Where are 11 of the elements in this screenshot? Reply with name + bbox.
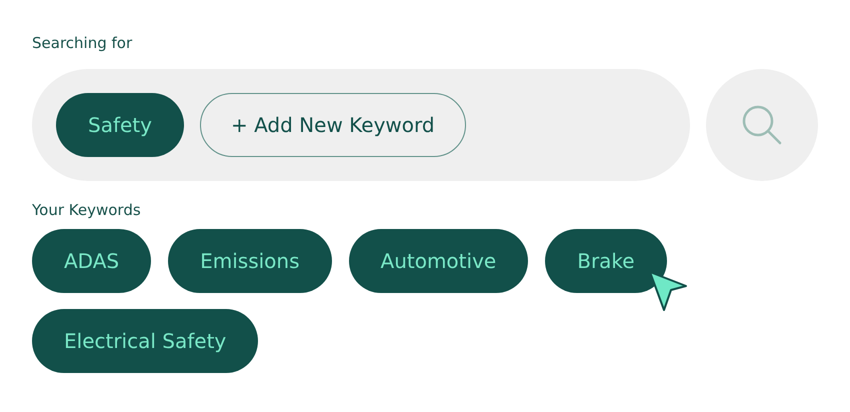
- section-label: Your Keywords: [32, 203, 142, 218]
- search-bar[interactable]: Safety + Add New Keyword: [32, 69, 690, 181]
- keyword-chip[interactable]: Electrical Safety: [32, 309, 258, 373]
- add-keyword-button[interactable]: + Add New Keyword: [200, 93, 466, 157]
- keyword-chip[interactable]: Brake: [545, 229, 667, 293]
- keyword-chip[interactable]: Automotive: [348, 229, 528, 293]
- keyword-chip[interactable]: Emissions: [168, 229, 332, 293]
- section-label: Searching for: [32, 36, 134, 51]
- keyword-chip[interactable]: ADAS: [32, 229, 152, 293]
- search-icon: [740, 103, 784, 147]
- keyword-chip[interactable]: Safety: [56, 93, 184, 157]
